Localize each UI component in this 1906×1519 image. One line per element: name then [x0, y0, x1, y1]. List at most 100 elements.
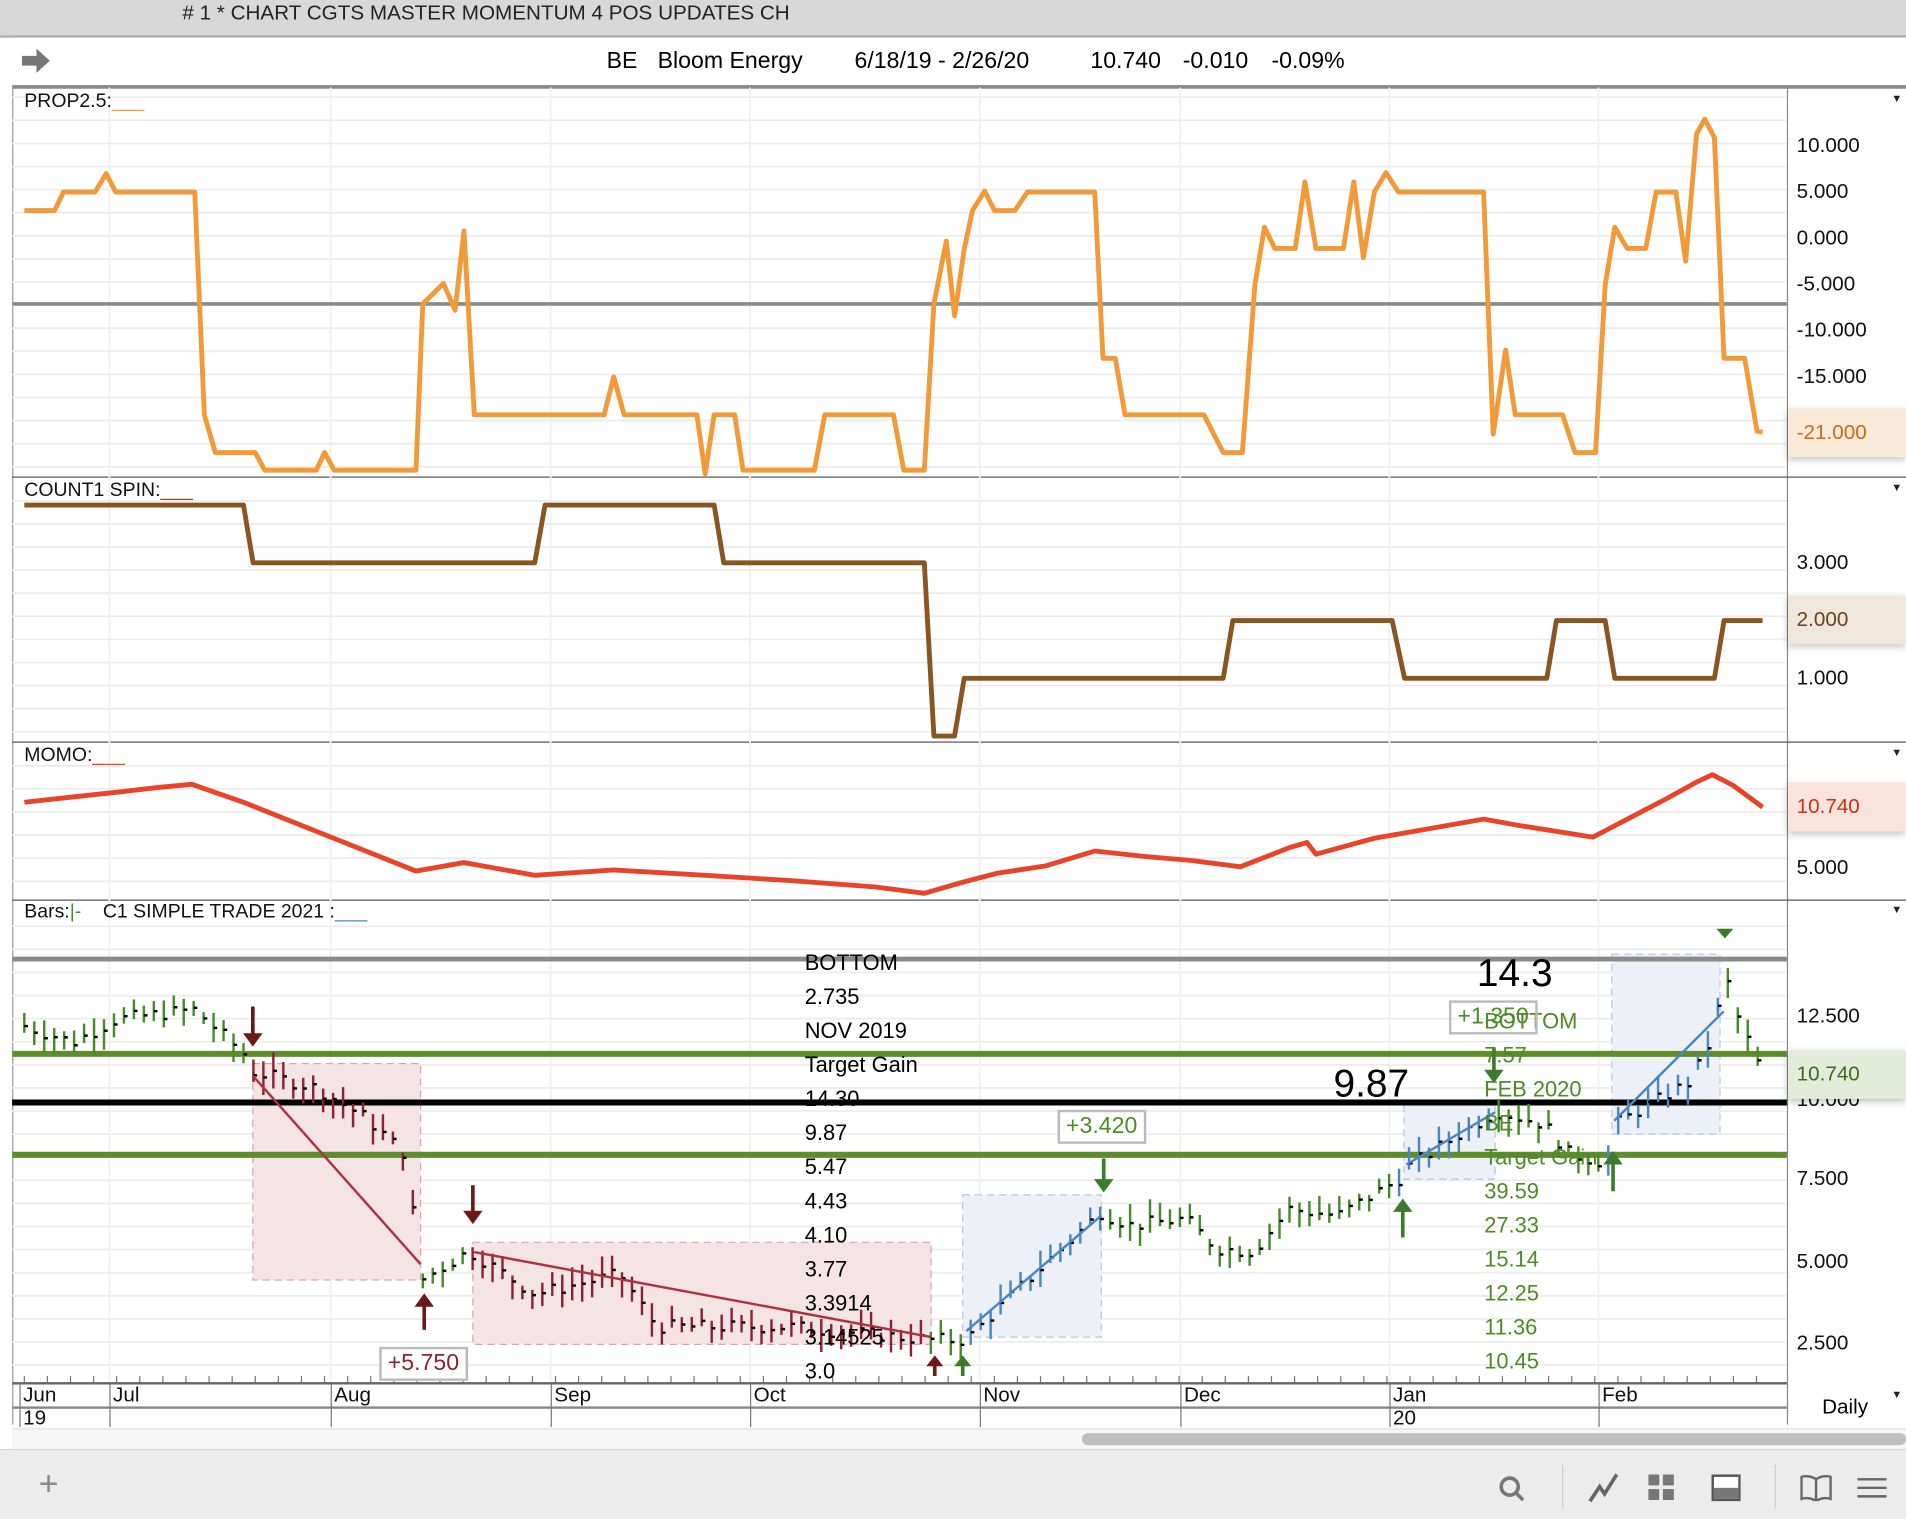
period-selector[interactable]: Daily: [1822, 1395, 1868, 1419]
sell-arrow-icon: [243, 1006, 263, 1047]
annotation-line: 39.59: [1484, 1179, 1539, 1204]
price-bar: [1348, 1199, 1353, 1218]
month-label: Oct: [750, 1383, 786, 1428]
price-bar: [1358, 1193, 1363, 1211]
month-label: Aug: [330, 1383, 371, 1428]
toolbar-separator: [1774, 1464, 1776, 1509]
menu-icon[interactable]: [1857, 1477, 1887, 1499]
price-bar: [1736, 1007, 1742, 1034]
price-bar: [132, 999, 138, 1020]
year-label: 19: [23, 1406, 47, 1430]
horizontal-scrollbar[interactable]: [12, 1428, 1906, 1451]
axis-label: 0.000: [1796, 226, 1849, 250]
price-bar: [1178, 1207, 1184, 1228]
price-bar: [1387, 1173, 1393, 1199]
axis-label: 12.500: [1796, 1004, 1860, 1028]
count-panel-label: COUNT1 SPIN:___: [24, 480, 193, 501]
price-bar: [1128, 1204, 1134, 1241]
exit-arrow-icon: [1094, 1158, 1114, 1193]
price-bar: [212, 1012, 218, 1043]
scrollbar-thumb[interactable]: [1081, 1433, 1906, 1446]
price-bar: [939, 1320, 945, 1344]
chart-plot[interactable]: [0, 0, 1906, 1518]
momo-panel-label: MOMO:___: [24, 745, 125, 766]
month-label: Dec: [1180, 1383, 1221, 1428]
annotation-line: BOTTOM: [804, 950, 898, 975]
price-bar: [222, 1020, 228, 1042]
price-bar: [1118, 1217, 1124, 1238]
price-bar: [1248, 1248, 1254, 1266]
price-bar: [451, 1258, 457, 1271]
annotation-line: 4.43: [804, 1188, 848, 1214]
panel-menu-icon[interactable]: ▼: [1891, 92, 1902, 104]
price-bar: [232, 1033, 238, 1063]
price-bar: [1198, 1214, 1204, 1236]
annotation-line: 7.57: [1484, 1042, 1527, 1068]
price-current-value: 10.740: [1788, 1050, 1906, 1099]
annotation-line: 5.47: [804, 1154, 848, 1180]
price-bar: [23, 1012, 28, 1033]
axis-label: 5.000: [1796, 179, 1849, 203]
price-bar: [122, 1007, 128, 1024]
price-bar: [92, 1018, 98, 1057]
annotation-line: 3.0: [804, 1358, 836, 1379]
price-bar: [1268, 1223, 1274, 1251]
axis-label: -5.000: [1796, 272, 1856, 296]
price-bar: [1397, 1168, 1403, 1197]
prop-panel-label: PROP2.5:___: [24, 91, 145, 112]
annotation-line: 3.77: [804, 1256, 848, 1282]
price-bar: [182, 998, 188, 1026]
price-bar: [1328, 1203, 1333, 1223]
period-dropdown-icon[interactable]: ▼: [1891, 1388, 1902, 1400]
axis-label: 5.000: [1796, 855, 1849, 879]
price-bar: [1208, 1238, 1214, 1256]
axis-label: 7.500: [1796, 1166, 1849, 1191]
annotation-line: NOV 2019: [804, 1018, 907, 1043]
grid-layout-icon[interactable]: [1648, 1474, 1675, 1501]
price-bar: [1308, 1201, 1314, 1227]
cover-arrow-icon: [414, 1293, 434, 1330]
x-axis-divider: [12, 1406, 1787, 1409]
price-bar: [1258, 1238, 1264, 1256]
price-bar: [1158, 1202, 1164, 1227]
price-bar: [1298, 1202, 1304, 1228]
buy-arrow-icon: [1393, 1198, 1413, 1238]
price-bar: [1746, 1019, 1752, 1053]
annotation-line: 14.30: [804, 1086, 860, 1112]
count-spin-line: [24, 502, 1763, 739]
year-label: 20: [1393, 1406, 1417, 1430]
month-label: Nov: [979, 1383, 1020, 1428]
annotation-line: 4.10: [804, 1222, 848, 1248]
line-chart-icon[interactable]: [1588, 1472, 1620, 1504]
x-axis-line: [12, 1382, 1787, 1385]
trade-gain-label: +3.420: [1057, 1109, 1146, 1144]
price-bar: [1318, 1196, 1324, 1221]
sell-arrow-icon: [463, 1185, 483, 1225]
annotation-line: FEB 2020: [1484, 1076, 1582, 1102]
price-bar: [62, 1031, 68, 1050]
book-icon[interactable]: [1800, 1474, 1832, 1502]
axis-label: 10.000: [1796, 133, 1860, 157]
axis-label: 3.000: [1796, 550, 1849, 574]
panel-menu-icon[interactable]: ▼: [1891, 481, 1902, 493]
annotation-line: 3.3914: [804, 1290, 872, 1316]
trade-gain-label: +1.350: [1448, 1000, 1538, 1035]
search-icon[interactable]: [1498, 1474, 1527, 1503]
level-price-label: 9.87: [1333, 1061, 1410, 1105]
momo-current-value: 10.740: [1788, 782, 1906, 832]
axis-label: -10.000: [1796, 318, 1867, 342]
price-bar: [431, 1267, 437, 1284]
panel-menu-icon[interactable]: ▼: [1891, 746, 1902, 758]
price-bar: [43, 1020, 48, 1052]
panel-layout-icon[interactable]: [1711, 1474, 1741, 1502]
price-bar: [949, 1328, 955, 1356]
add-icon[interactable]: +: [32, 1467, 66, 1501]
momo-line: [24, 772, 1765, 896]
target-price-label: 14.3: [1476, 950, 1553, 995]
price-bar: [441, 1261, 447, 1288]
panel-menu-icon[interactable]: ▼: [1891, 903, 1902, 915]
count-current-value: 2.000: [1788, 595, 1906, 645]
annotation-line: BE: [1484, 1111, 1514, 1136]
nov-2019-target-block: BOTTOM 2.735 NOV 2019 Target Gain 14.30 9.87…: [805, 946, 918, 1379]
price-bar: [1278, 1208, 1284, 1239]
